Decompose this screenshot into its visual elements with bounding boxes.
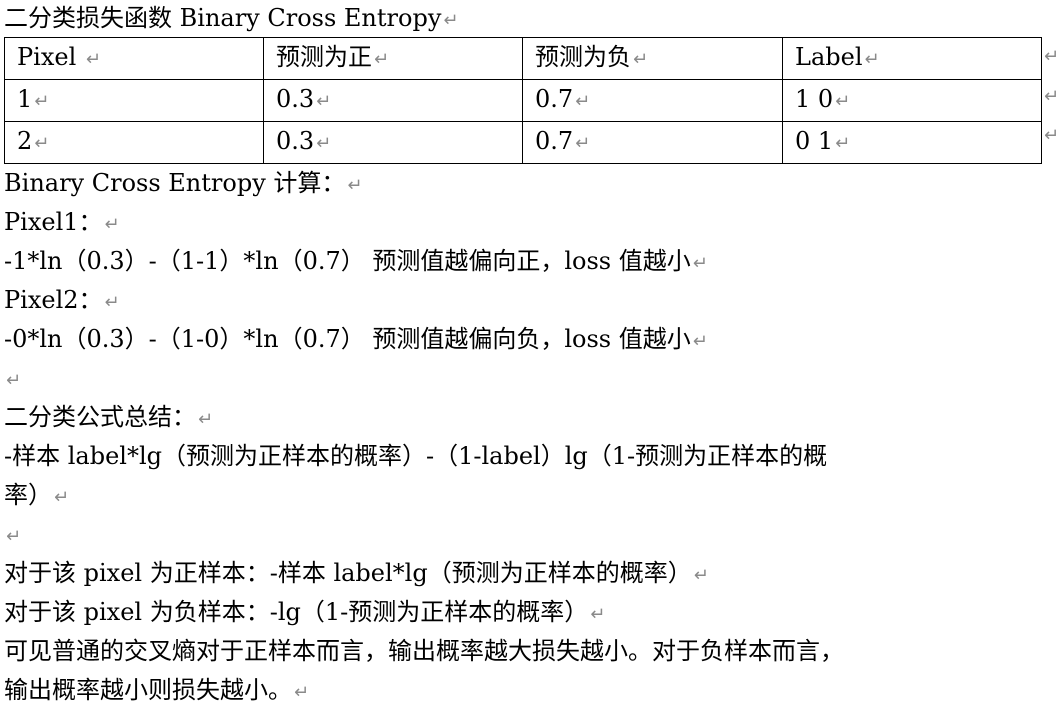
cell-mark-icon: ↵ xyxy=(835,133,851,154)
row-end-mark-icon: ↵ xyxy=(1044,46,1056,67)
conclusion-line2: 输出概率越小则损失越小。 ↵ xyxy=(4,676,310,704)
table-cell: 1 0 ↵ xyxy=(782,79,1042,122)
paragraph-mark-icon: ↵ xyxy=(294,682,310,703)
summary-formula-line2: 率） ↵ xyxy=(4,481,70,509)
table-cell: 0.3 ↵ xyxy=(263,79,523,122)
cell-mark-icon: ↵ xyxy=(316,133,332,154)
table-cell: 0.7 ↵ xyxy=(522,121,783,164)
cell-mark-icon: ↵ xyxy=(316,91,332,112)
probability-table: Pixel ↵ 预测为正 ↵ 预测为负 ↵ Label ↵ 1 ↵ 0.3 ↵ 0.7 ↵ … xyxy=(4,37,1042,164)
document-page: 二分类损失函数 Binary Cross Entropy ↵ Pixel ↵ 预测… xyxy=(4,0,1056,710)
table-cell: 0 1 ↵ xyxy=(782,121,1042,164)
paragraph-mark-icon: ↵ xyxy=(692,331,708,352)
cell-mark-icon: ↵ xyxy=(864,49,880,70)
pixel2-formula: -0*ln（0.3）-（1-0）*ln（0.7） 预测值越偏向负，loss 值越… xyxy=(4,325,708,353)
header-cell-label: Label ↵ xyxy=(782,37,1042,80)
paragraph-mark-icon: ↵ xyxy=(590,604,606,625)
cell-mark-icon: ↵ xyxy=(85,49,101,70)
paragraph-mark-icon: ↵ xyxy=(6,526,22,547)
header-cell-predict-positive: 预测为正 ↵ xyxy=(263,37,523,80)
paragraph-mark-icon: ↵ xyxy=(692,253,708,274)
table-cell: 0.7 ↵ xyxy=(522,79,783,122)
paragraph-mark-icon: ↵ xyxy=(104,214,120,235)
row-end-mark-icon: ↵ xyxy=(1044,125,1056,146)
pixel1-formula: -1*ln（0.3）-（1-1）*ln（0.7） 预测值越偏向正，loss 值越… xyxy=(4,247,708,275)
bce-heading: Binary Cross Entropy 计算： ↵ xyxy=(4,169,363,197)
empty-paragraph: ↵ xyxy=(4,515,1054,554)
paragraph-mark-icon: ↵ xyxy=(443,10,459,31)
empty-paragraph: ↵ xyxy=(4,359,1054,398)
paragraph-mark-icon: ↵ xyxy=(54,487,70,508)
header-cell-pixel: Pixel ↵ xyxy=(4,37,264,80)
negative-sample-line: 对于该 pixel 为负样本：-lg（1-预测为正样本的概率） ↵ xyxy=(4,598,606,626)
table-header-row: Pixel ↵ 预测为正 ↵ 预测为负 ↵ Label ↵ xyxy=(4,37,1042,80)
cell-mark-icon: ↵ xyxy=(633,49,649,70)
document-title: 二分类损失函数 Binary Cross Entropy ↵ xyxy=(4,0,1054,37)
paragraph-mark-icon: ↵ xyxy=(198,409,214,430)
summary-heading: 二分类公式总结： ↵ xyxy=(4,403,214,431)
paragraph-mark-icon: ↵ xyxy=(104,292,120,313)
table-row: 1 ↵ 0.3 ↵ 0.7 ↵ 1 0 ↵ xyxy=(4,79,1042,122)
table-row: 2 ↵ 0.3 ↵ 0.7 ↵ 0 1 ↵ xyxy=(4,121,1042,164)
cell-mark-icon: ↵ xyxy=(835,91,851,112)
row-end-marks: ↵ ↵ ↵ xyxy=(1044,37,1056,156)
summary-formula-line1: -样本 label*lg（预测为正样本的概率）-（1-label）lg（1-预测… xyxy=(4,442,828,470)
cell-mark-icon: ↵ xyxy=(34,91,50,112)
positive-sample-line: 对于该 pixel 为正样本：-样本 label*lg（预测为正样本的概率） ↵ xyxy=(4,559,709,587)
table-cell: 0.3 ↵ xyxy=(263,121,523,164)
cell-mark-icon: ↵ xyxy=(575,91,591,112)
header-cell-predict-negative: 预测为负 ↵ xyxy=(522,37,783,80)
pixel1-heading: Pixel1： ↵ xyxy=(4,208,120,236)
cell-mark-icon: ↵ xyxy=(374,49,390,70)
cell-mark-icon: ↵ xyxy=(575,133,591,154)
cell-mark-icon: ↵ xyxy=(34,133,50,154)
table-cell: 1 ↵ xyxy=(4,79,264,122)
row-end-mark-icon: ↵ xyxy=(1044,85,1056,107)
conclusion-line1: 可见普通的交叉熵对于正样本而言，输出概率越大损失越小。对于负样本而言， xyxy=(4,637,844,665)
paragraph-mark-icon: ↵ xyxy=(693,565,709,586)
paragraph-mark-icon: ↵ xyxy=(6,370,22,391)
paragraph-mark-icon: ↵ xyxy=(347,175,363,196)
title-text: 二分类损失函数 Binary Cross Entropy xyxy=(4,4,442,32)
pixel2-heading: Pixel2： ↵ xyxy=(4,286,120,314)
table-cell: 2 ↵ xyxy=(4,121,264,164)
probability-table-container: Pixel ↵ 预测为正 ↵ 预测为负 ↵ Label ↵ 1 ↵ 0.3 ↵ 0.7 ↵ … xyxy=(4,37,1056,164)
